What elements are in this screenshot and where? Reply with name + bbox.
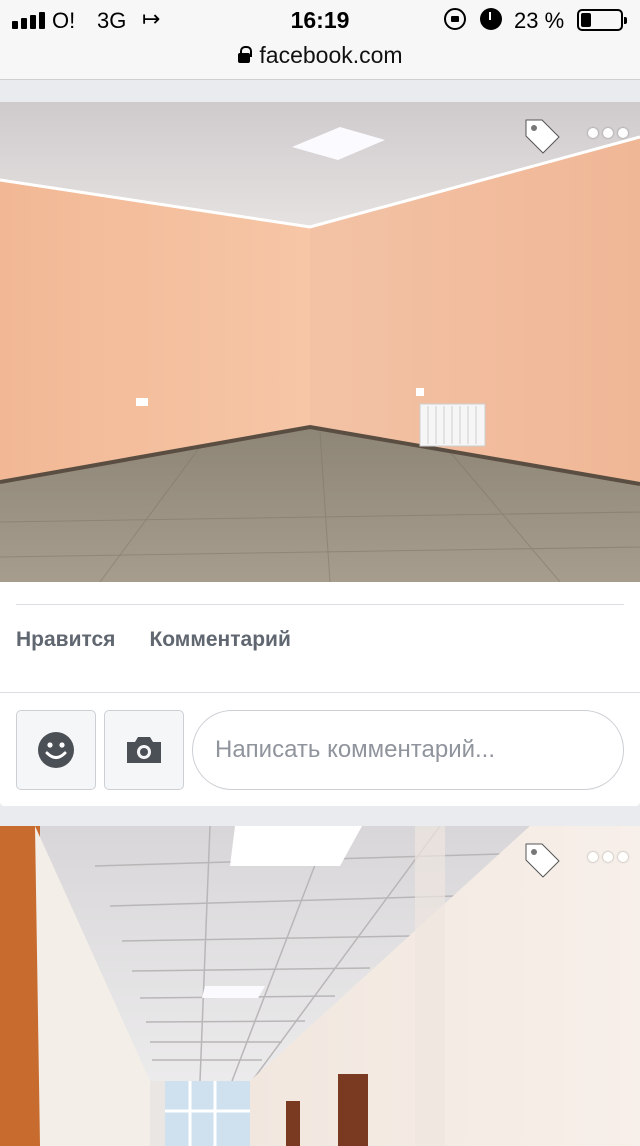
emoji-icon <box>38 732 74 768</box>
camera-button[interactable] <box>104 710 184 790</box>
room-photo-image <box>0 102 640 582</box>
url-text[interactable]: facebook.com <box>259 42 402 69</box>
tag-icon[interactable] <box>522 840 562 880</box>
post-card: Нравится Комментарий <box>0 102 640 806</box>
comment-button[interactable]: Комментарий <box>149 628 290 652</box>
lock-icon <box>237 46 253 64</box>
camera-icon <box>127 737 161 763</box>
post-card <box>0 826 640 1146</box>
emoji-button[interactable] <box>16 710 96 790</box>
comment-input[interactable] <box>192 710 624 790</box>
alarm-icon <box>480 8 502 30</box>
divider <box>16 604 624 605</box>
more-icon[interactable] <box>588 128 628 138</box>
divider <box>0 692 640 693</box>
post-photo[interactable] <box>0 102 640 582</box>
post-actions: Нравится Комментарий <box>16 628 291 652</box>
browser-top-bar: O! 3G ↦ 16:19 23 % facebook.com <box>0 0 640 80</box>
orientation-lock-icon <box>444 8 466 30</box>
status-bar: O! 3G ↦ 16:19 23 % <box>0 0 640 40</box>
like-button[interactable]: Нравится <box>16 628 115 652</box>
battery-icon <box>577 9 627 31</box>
post-photo[interactable] <box>0 826 640 1146</box>
tag-icon[interactable] <box>522 116 562 156</box>
address-bar[interactable]: facebook.com <box>0 40 640 70</box>
battery-percent: 23 % <box>514 8 565 33</box>
more-icon[interactable] <box>588 852 628 862</box>
